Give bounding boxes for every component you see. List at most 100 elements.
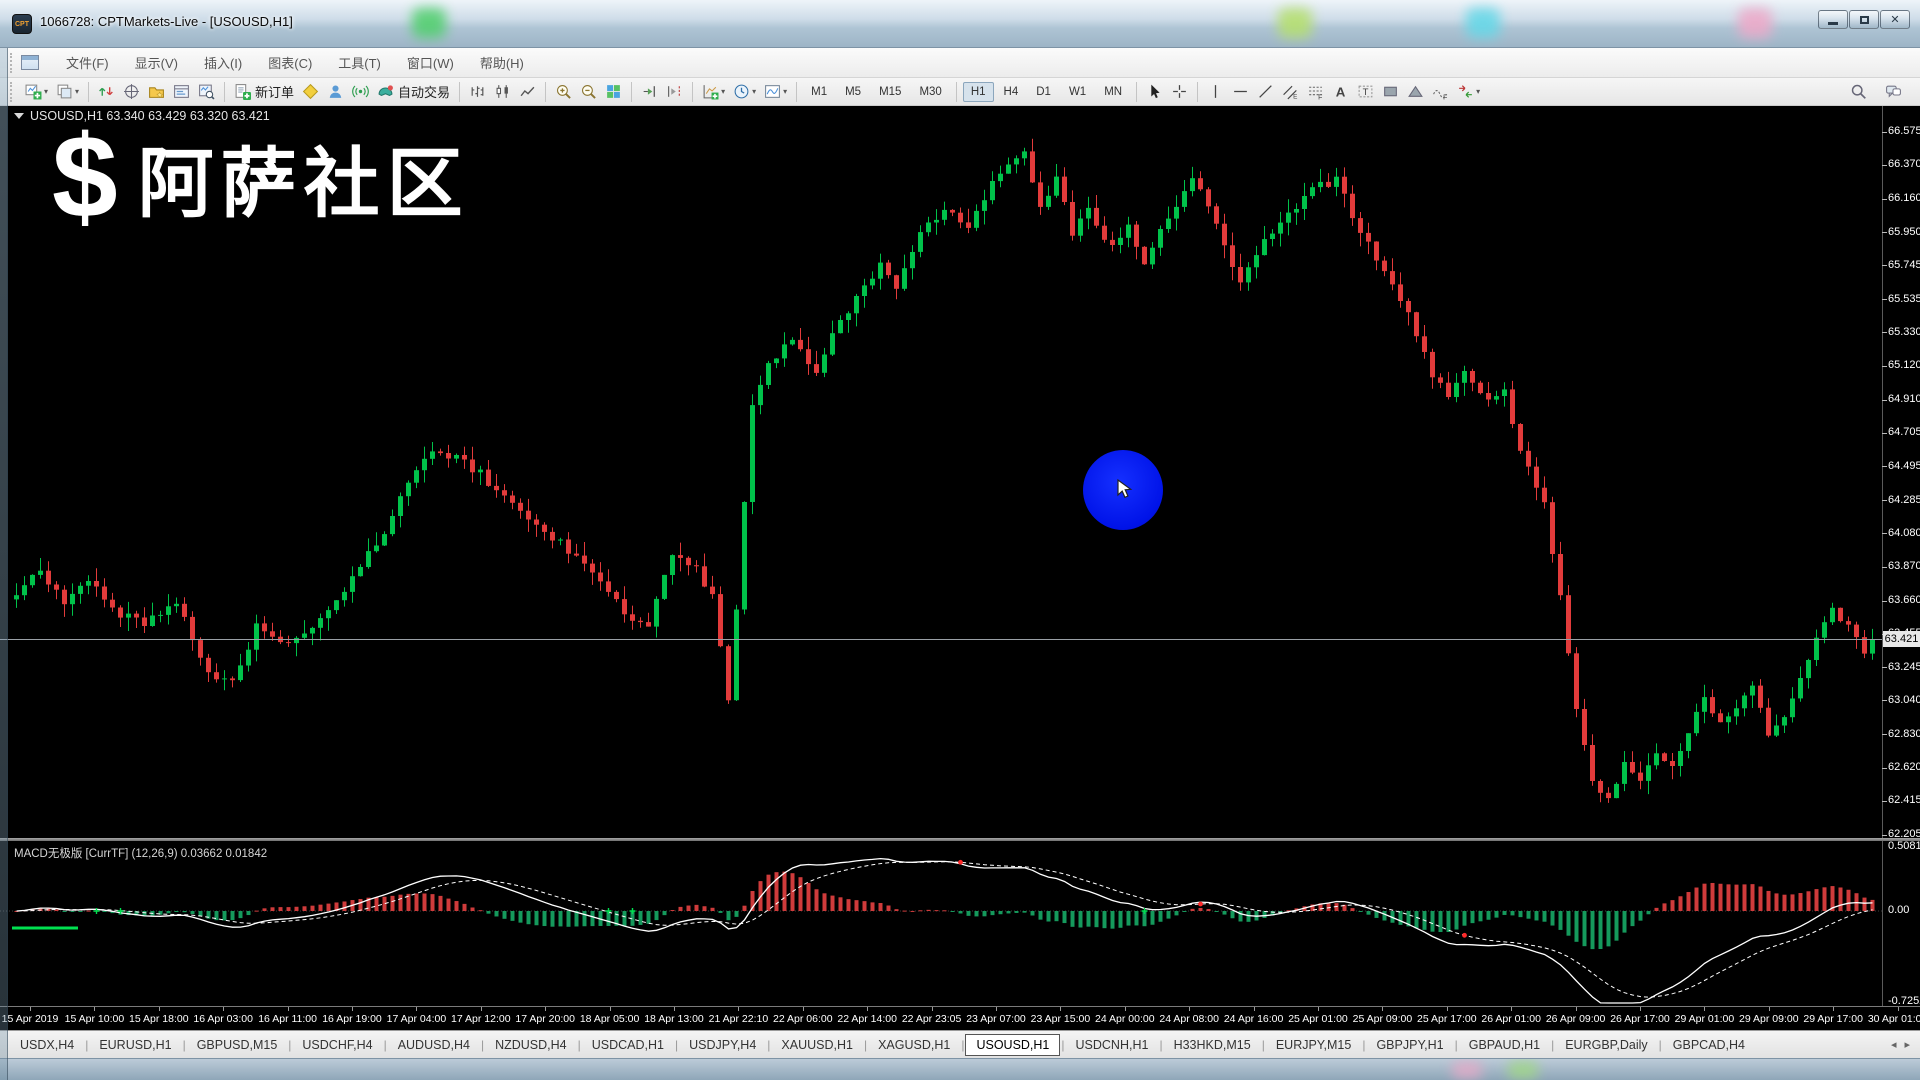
timeframe-mn-button[interactable]: MN [1096,82,1130,102]
toolbar-drag-handle[interactable] [10,53,15,73]
timeframe-m1-button[interactable]: M1 [803,82,835,102]
time-axis[interactable]: 15 Apr 201915 Apr 10:0015 Apr 18:0016 Ap… [0,1006,1920,1030]
autotrading-button[interactable]: 自动交易 [374,80,453,103]
community-button[interactable] [324,81,347,102]
price-axis-tick [1882,667,1887,668]
candlestick-chart-button[interactable] [491,81,514,102]
price-axis-tick [1882,734,1887,735]
time-axis-tick [481,1007,482,1011]
tab-scroll-left-button[interactable]: ◂ [1891,1038,1897,1051]
toolbar-drag-handle[interactable] [10,82,15,102]
profiles-button[interactable]: ▾ [53,81,82,102]
fibonacci-channel-button[interactable]: F [1429,81,1452,102]
tab-scroll-right-button[interactable]: ▸ [1904,1038,1910,1051]
symbol-tab-audusd[interactable]: AUDUSD,H4 [388,1035,480,1055]
new-order-button[interactable]: 新订单 [231,80,297,103]
menu-insert[interactable]: 插入(I) [191,49,255,76]
terminal-button[interactable] [170,81,193,102]
strategy-tester-button[interactable] [195,81,218,102]
price-axis-tick [1882,533,1887,534]
tab-separator: | [1659,1038,1662,1052]
triangle-button[interactable] [1404,81,1427,102]
symbol-tab-usdx[interactable]: USDX,H4 [10,1035,84,1055]
symbol-tab-h33hkd[interactable]: H33HKD,M15 [1164,1035,1261,1055]
price-axis-tick [1882,366,1887,367]
glass-reflection [1452,1061,1482,1079]
symbol-tab-gbpusd[interactable]: GBPUSD,M15 [187,1035,288,1055]
macd-pane-canvas[interactable] [0,841,1882,1006]
symbol-tab-nzdusd[interactable]: NZDUSD,H4 [485,1035,577,1055]
window-bottom-frame [0,1058,1920,1080]
symbol-tab-gbpaud[interactable]: GBPAUD,H1 [1459,1035,1550,1055]
symbol-tab-eurgbp[interactable]: EURGBP,Daily [1555,1035,1657,1055]
cursor-button[interactable] [1143,81,1166,102]
symbol-tab-eurjpy[interactable]: EURJPY,M15 [1266,1035,1362,1055]
search-button[interactable] [1847,81,1870,102]
time-axis-label: 26 Apr 17:00 [1610,1013,1670,1025]
symbol-ohlc-label[interactable]: USOUSD,H1 63.340 63.429 63.320 63.421 [14,109,270,123]
timeframe-m30-button[interactable]: M30 [911,82,949,102]
menu-charts[interactable]: 图表(C) [255,49,325,76]
chart-region[interactable]: $ 阿萨社区 USOUSD,H1 63.340 63.429 63.320 63… [0,106,1920,1080]
time-axis-tick [996,1007,997,1011]
navigator-button[interactable] [145,81,168,102]
chat-button[interactable] [1882,81,1905,102]
indicators-button[interactable]: ▾ [699,81,728,102]
arrows-button[interactable]: ▾ [1454,81,1483,102]
symbol-tab-usdjpy[interactable]: USDJPY,H4 [679,1035,766,1055]
signals-button[interactable] [349,81,372,102]
menu-tools[interactable]: 工具(T) [325,49,394,76]
new-chart-button[interactable]: ▾ [22,81,51,102]
time-axis-label: 22 Apr 14:00 [837,1013,897,1025]
close-button[interactable]: ✕ [1880,10,1910,29]
symbol-tab-gbpcad[interactable]: GBPCAD,H4 [1663,1035,1755,1055]
tile-windows-button[interactable] [602,81,625,102]
symbol-tab-xauusd[interactable]: XAUUSD,H1 [771,1035,863,1055]
trendline-button[interactable] [1254,81,1277,102]
timeframe-w1-button[interactable]: W1 [1061,82,1094,102]
symbol-tab-eurusd[interactable]: EURUSD,H1 [89,1035,181,1055]
zoom-out-button[interactable] [577,81,600,102]
timeframe-d1-button[interactable]: D1 [1028,82,1059,102]
toolbar-separator [224,82,225,102]
zoom-in-button[interactable] [552,81,575,102]
restore-button[interactable] [1849,10,1879,29]
price-axis-label: 64.705 [1888,426,1920,438]
symbol-tab-usdcnh[interactable]: USDCNH,H1 [1066,1035,1159,1055]
auto-scroll-button[interactable] [638,81,661,102]
navigator-icon [148,83,165,100]
data-window-button[interactable] [120,81,143,102]
titlebar[interactable]: CPT 1066728: CPTMarkets-Live - [USOUSD,H… [0,0,1920,48]
minimize-button[interactable] [1818,10,1848,29]
symbol-tab-usousd[interactable]: USOUSD,H1 [965,1034,1060,1056]
symbol-tab-xagusd[interactable]: XAGUSD,H1 [868,1035,960,1055]
periods-button[interactable]: ▾ [730,81,759,102]
timeframe-h4-button[interactable]: H4 [996,82,1027,102]
menu-view[interactable]: 显示(V) [122,49,191,76]
timeframe-m5-button[interactable]: M5 [837,82,869,102]
menu-file[interactable]: 文件(F) [53,49,122,76]
vertical-line-button[interactable] [1204,81,1227,102]
menu-help[interactable]: 帮助(H) [467,49,537,76]
chart-shift-button[interactable] [663,81,686,102]
menu-window[interactable]: 窗口(W) [394,49,467,76]
templates-button[interactable]: ▾ [761,81,790,102]
rectangle-button[interactable] [1379,81,1402,102]
timeframe-m15-button[interactable]: M15 [871,82,909,102]
text-button[interactable]: A [1329,81,1352,102]
metaeditor-button[interactable] [299,81,322,102]
line-chart-button[interactable] [516,81,539,102]
text-label-button[interactable]: T [1354,81,1377,102]
horizontal-line-button[interactable] [1229,81,1252,102]
symbol-tab-usdcad[interactable]: USDCAD,H1 [582,1035,674,1055]
equidistant-channel-button[interactable]: E [1279,81,1302,102]
periods-icon [733,83,750,100]
timeframe-h1-button[interactable]: H1 [963,82,994,102]
market-watch-button[interactable] [95,81,118,102]
bar-chart-button[interactable] [466,81,489,102]
symbol-tab-usdchf[interactable]: USDCHF,H4 [292,1035,382,1055]
symbol-tab-gbpjpy[interactable]: GBPJPY,H1 [1366,1035,1453,1055]
crosshair-button[interactable] [1168,81,1191,102]
price-axis-label: 65.745 [1888,259,1920,271]
fibonacci-retracement-button[interactable]: F [1304,81,1327,102]
